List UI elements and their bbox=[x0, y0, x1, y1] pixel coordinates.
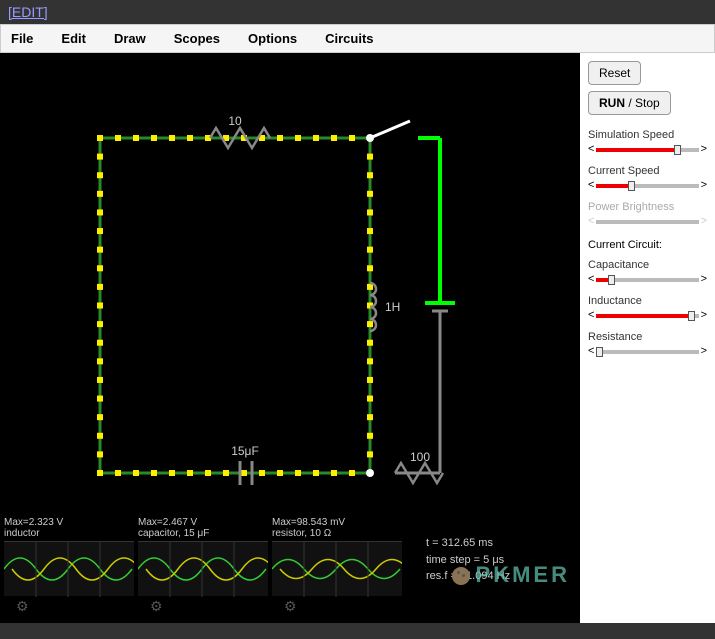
inductance-slider[interactable]: <> bbox=[588, 309, 707, 323]
power-brightness-label: Power Brightness bbox=[588, 201, 707, 213]
gear-icon[interactable]: ⚙ bbox=[150, 598, 163, 615]
scope-capacitor[interactable]: Max=2.467 V capacitor, 15 μF ⚙ bbox=[138, 517, 268, 619]
resistor-r1-label: 10 bbox=[228, 114, 242, 128]
menu-file[interactable]: File bbox=[11, 31, 33, 46]
scope-name: capacitor, 15 μF bbox=[138, 528, 268, 539]
run-stop-button[interactable]: RUN / Stop bbox=[588, 91, 671, 115]
scope-resistor[interactable]: Max=98.543 mV resistor, 10 Ω ⚙ bbox=[272, 517, 402, 619]
resistance-slider[interactable]: <> bbox=[588, 345, 707, 359]
menu-circuits[interactable]: Circuits bbox=[325, 31, 373, 46]
resistor-r2-label: 100 bbox=[410, 450, 430, 464]
inductor-label: 1H bbox=[385, 300, 400, 314]
watermark: PKMER bbox=[452, 562, 570, 588]
scope-name: inductor bbox=[4, 528, 134, 539]
current-speed-slider[interactable]: <> bbox=[588, 179, 707, 193]
scope-inductor[interactable]: Max=2.323 V inductor ⚙ bbox=[4, 517, 134, 619]
resistance-label: Resistance bbox=[588, 331, 707, 343]
reset-button[interactable]: Reset bbox=[588, 61, 641, 85]
gear-icon[interactable]: ⚙ bbox=[16, 598, 29, 615]
scope-name: resistor, 10 Ω bbox=[272, 528, 402, 539]
scope-max: Max=2.323 V bbox=[4, 517, 134, 528]
current-circuit-label: Current Circuit: bbox=[588, 239, 707, 251]
sim-speed-slider[interactable]: <> bbox=[588, 143, 707, 157]
capacitance-label: Capacitance bbox=[588, 259, 707, 271]
menubar: File Edit Draw Scopes Options Circuits bbox=[0, 24, 715, 53]
capacitor-label: 15μF bbox=[231, 444, 259, 458]
scope-max: Max=2.467 V bbox=[138, 517, 268, 528]
menu-draw[interactable]: Draw bbox=[114, 31, 146, 46]
circuit-canvas[interactable]: 10 1H bbox=[0, 53, 580, 623]
menu-edit[interactable]: Edit bbox=[61, 31, 86, 46]
power-brightness-slider: <> bbox=[588, 215, 707, 229]
sidebar: Reset RUN / Stop Simulation Speed <> Cur… bbox=[580, 53, 715, 623]
scope-max: Max=98.543 mV bbox=[272, 517, 402, 528]
menu-options[interactable]: Options bbox=[248, 31, 297, 46]
sim-speed-label: Simulation Speed bbox=[588, 129, 707, 141]
gear-icon[interactable]: ⚙ bbox=[284, 598, 297, 615]
menu-scopes[interactable]: Scopes bbox=[174, 31, 220, 46]
inductance-label: Inductance bbox=[588, 295, 707, 307]
edit-link[interactable]: [EDIT] bbox=[0, 0, 56, 24]
capacitance-slider[interactable]: <> bbox=[588, 273, 707, 287]
current-speed-label: Current Speed bbox=[588, 165, 707, 177]
